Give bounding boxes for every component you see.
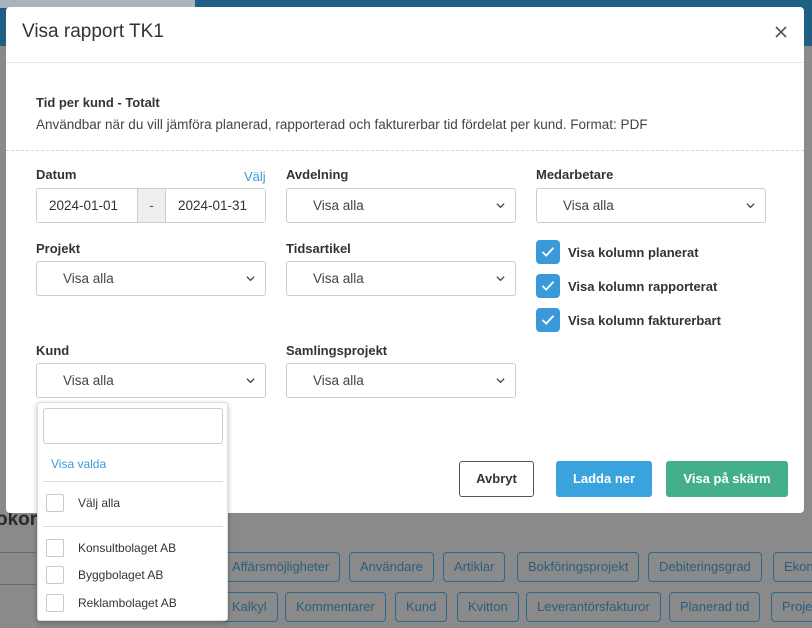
chevron-down-icon xyxy=(496,378,505,384)
chevron-down-icon xyxy=(496,276,505,282)
dropdown-divider xyxy=(43,526,223,527)
download-button[interactable]: Ladda ner xyxy=(556,461,652,497)
checkbox-checked-icon[interactable] xyxy=(536,308,560,332)
chevron-down-icon xyxy=(746,203,755,209)
checkbox-label: Visa kolumn rapporterat xyxy=(568,278,718,294)
medarbetare-label: Medarbetare xyxy=(536,167,614,182)
dropdown-search-input[interactable] xyxy=(43,408,223,444)
tag-kvitton[interactable]: Kvitton xyxy=(457,592,519,622)
cancel-button[interactable]: Avbryt xyxy=(459,461,534,497)
tag-kalkyl[interactable]: Kalkyl xyxy=(221,592,278,622)
tag-ekon[interactable]: Ekon xyxy=(773,552,812,582)
datum-select-link[interactable]: Välj xyxy=(244,169,266,184)
chevron-down-icon xyxy=(496,203,505,209)
select-all-option[interactable]: Välj alla xyxy=(46,494,120,512)
medarbetare-select[interactable]: Visa alla xyxy=(536,188,766,223)
tag-affarsmojligheter[interactable]: Affärsmöjligheter xyxy=(221,552,341,582)
medarbetare-value: Visa alla xyxy=(563,198,614,213)
samlingsprojekt-value: Visa alla xyxy=(313,373,364,388)
samlingsprojekt-select[interactable]: Visa alla xyxy=(286,363,516,398)
option-label: Konsultbolaget AB xyxy=(78,541,177,555)
checkbox-checked-icon[interactable] xyxy=(536,240,560,264)
kund-value: Visa alla xyxy=(63,373,114,388)
tag-bokforingsprojekt[interactable]: Bokföringsprojekt xyxy=(517,552,640,582)
checkbox-visa-fakturerbart[interactable]: Visa kolumn fakturerbart xyxy=(536,308,721,332)
tag-proje[interactable]: Proje xyxy=(771,592,812,622)
close-icon[interactable] xyxy=(772,23,790,41)
option-label: Välj alla xyxy=(78,496,121,510)
report-name: Tid per kund - Totalt xyxy=(36,95,160,110)
tidsartikel-value: Visa alla xyxy=(313,271,364,286)
avdelning-value: Visa alla xyxy=(313,198,364,213)
date-range: - xyxy=(36,188,266,223)
checkbox-checked-icon[interactable] xyxy=(536,274,560,298)
tag-kund[interactable]: Kund xyxy=(395,592,448,622)
projekt-value: Visa alla xyxy=(63,271,114,286)
tag-kommentarer[interactable]: Kommentarer xyxy=(285,592,386,622)
kund-select[interactable]: Visa alla xyxy=(36,363,266,398)
show-on-screen-button[interactable]: Visa på skärm xyxy=(666,461,788,497)
checkbox-unchecked-icon[interactable] xyxy=(46,494,64,512)
checkbox-visa-planerat[interactable]: Visa kolumn planerat xyxy=(536,240,699,264)
modal-header: Visa rapport TK1 xyxy=(6,7,804,63)
date-separator: - xyxy=(137,189,166,222)
date-to-input[interactable] xyxy=(166,189,265,222)
dropdown-divider xyxy=(43,481,223,482)
tag-artiklar[interactable]: Artiklar xyxy=(443,552,506,582)
projekt-select[interactable]: Visa alla xyxy=(36,261,266,296)
dropdown-option[interactable]: Byggbolaget AB xyxy=(46,566,163,584)
option-label: Reklambolaget AB xyxy=(78,596,177,610)
avdelning-label: Avdelning xyxy=(286,167,349,182)
tag-anvandare[interactable]: Användare xyxy=(349,552,434,582)
checkbox-label: Visa kolumn planerat xyxy=(568,244,699,260)
projekt-label: Projekt xyxy=(36,241,81,256)
divider xyxy=(6,150,804,151)
chevron-down-icon xyxy=(246,378,255,384)
checkbox-visa-rapporterat[interactable]: Visa kolumn rapporterat xyxy=(536,274,717,298)
dropdown-option[interactable]: Reklambolaget AB xyxy=(46,594,177,612)
tag-leverantorsfakturor[interactable]: Leverantörsfakturor xyxy=(526,592,661,622)
date-from-input[interactable] xyxy=(37,189,137,222)
tidsartikel-select[interactable]: Visa alla xyxy=(286,261,516,296)
checkbox-unchecked-icon[interactable] xyxy=(46,594,64,612)
samlingsprojekt-label: Samlingsprojekt xyxy=(286,343,388,358)
tag-debiteringsgrad[interactable]: Debiteringsgrad xyxy=(648,552,762,582)
datum-label: Datum xyxy=(36,167,77,182)
checkbox-unchecked-icon[interactable] xyxy=(46,539,64,557)
chevron-down-icon xyxy=(246,276,255,282)
checkbox-unchecked-icon[interactable] xyxy=(46,566,64,584)
kund-dropdown: Visa valda Välj alla Konsultbolaget AB B… xyxy=(37,402,228,621)
kund-label: Kund xyxy=(36,343,70,358)
dropdown-option[interactable]: Konsultbolaget AB xyxy=(46,539,176,557)
checkbox-label: Visa kolumn fakturerbart xyxy=(568,312,721,328)
show-selected-link[interactable]: Visa valda xyxy=(51,457,106,471)
tidsartikel-label: Tidsartikel xyxy=(286,241,351,256)
avdelning-select[interactable]: Visa alla xyxy=(286,188,516,223)
option-label: Byggbolaget AB xyxy=(78,568,164,582)
modal-title: Visa rapport TK1 xyxy=(22,21,164,42)
tag-planerad-tid[interactable]: Planerad tid xyxy=(669,592,761,622)
report-description: Användbar när du vill jämföra planerad, … xyxy=(36,117,648,132)
